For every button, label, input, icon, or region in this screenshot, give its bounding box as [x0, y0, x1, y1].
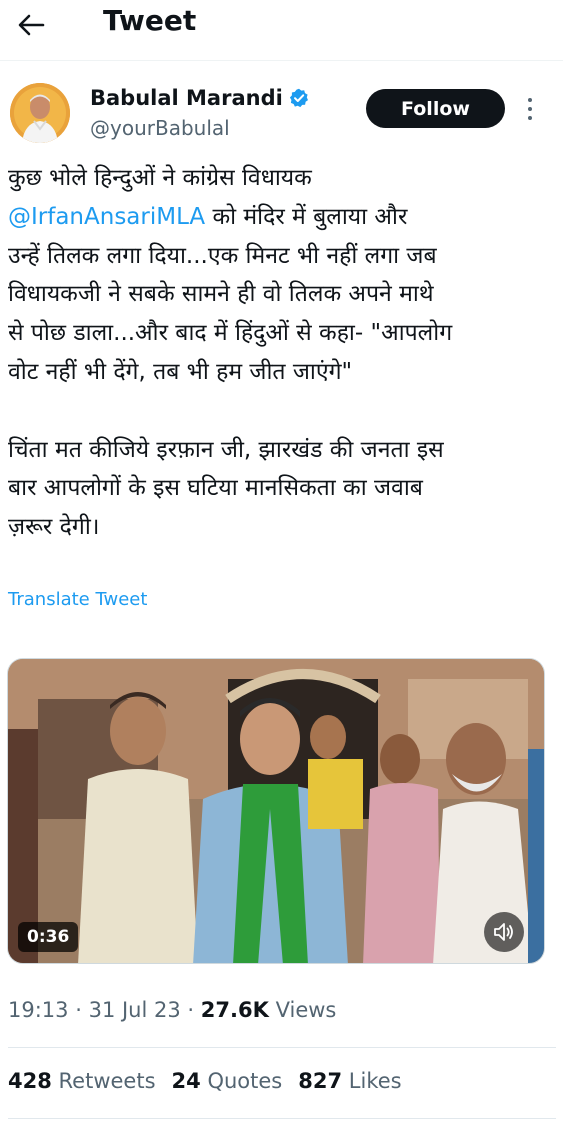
tweet-meta: 19:13 · 31 Jul 23 · 27.6K Views	[8, 998, 336, 1022]
stats-divider	[8, 1118, 556, 1119]
tweet-line: चिंता मत कीजिये इरफ़ान जी, झारखंड की जनत…	[8, 436, 444, 463]
quotes-count: 24	[171, 1069, 201, 1093]
tweet-line: बार आपलोगों के इस घटिया मानसिकता का जवाब	[8, 475, 423, 502]
mention-link[interactable]: @IrfanAnsariMLA	[8, 204, 205, 230]
follow-button[interactable]: Follow	[366, 89, 505, 128]
retweets-stat[interactable]: 428 Retweets	[8, 1069, 156, 1093]
tweet-line: कुछ भोले हिन्दुओं ने कांग्रेस विधायक	[8, 165, 312, 191]
video-thumbnail	[8, 659, 544, 963]
quotes-label: Quotes	[207, 1069, 283, 1093]
author-handle[interactable]: @yourBabulal	[90, 116, 230, 140]
meta-separator: ·	[187, 998, 195, 1022]
tweet-line: वोट नहीं भी देंगे, तब भी हम जीत जाएंगे"	[8, 358, 353, 385]
retweets-count: 428	[8, 1069, 52, 1093]
tweet-line: @IrfanAnsariMLA को मंदिर में बुलाया और	[8, 198, 556, 237]
tweet-text: कुछ भोले हिन्दुओं ने कांग्रेस विधायक @Ir…	[8, 159, 556, 547]
meta-separator: ·	[75, 998, 82, 1022]
views-label: Views	[275, 998, 337, 1022]
tweet-time[interactable]: 19:13	[8, 998, 69, 1022]
quotes-stat[interactable]: 24 Quotes	[172, 1069, 283, 1093]
avatar[interactable]	[10, 83, 70, 143]
page-title: Tweet	[103, 4, 197, 37]
verified-badge-icon	[289, 88, 309, 108]
tweet-line: ज़रूर देगी।	[8, 514, 100, 541]
tweet-line: से पोछ डाला...और बाद में हिंदुओं से कहा-…	[8, 320, 453, 347]
likes-count: 827	[298, 1069, 343, 1093]
engagement-stats: 428 Retweets 24 Quotes 827 Likes	[8, 1069, 402, 1093]
speaker-icon[interactable]	[484, 912, 524, 952]
header-divider	[0, 60, 563, 61]
meta-divider	[8, 1047, 556, 1048]
likes-label: Likes	[348, 1069, 402, 1093]
tweet-date[interactable]: 31 Jul 23	[89, 998, 181, 1022]
tweet-line: उन्हें तिलक लगा दिया...एक मिनट भी नहीं ल…	[8, 242, 437, 269]
video-player[interactable]	[7, 658, 545, 964]
tweet-line-text: को मंदिर में बुलाया और	[212, 203, 408, 230]
top-bar: Tweet	[0, 0, 563, 58]
likes-stat[interactable]: 827 Likes	[298, 1069, 401, 1093]
video-duration: 0:36	[18, 922, 79, 952]
views-count: 27.6K	[200, 998, 269, 1022]
retweets-label: Retweets	[58, 1069, 156, 1093]
tweet-line: विधायकजी ने सबके सामने ही वो तिलक अपने म…	[8, 281, 434, 308]
author-name[interactable]: Babulal Marandi	[90, 86, 309, 110]
more-vertical-icon[interactable]	[524, 95, 536, 123]
author-name-text[interactable]: Babulal Marandi	[90, 86, 283, 110]
translate-tweet-link[interactable]: Translate Tweet	[8, 589, 147, 610]
arrow-left-icon[interactable]	[14, 8, 48, 42]
